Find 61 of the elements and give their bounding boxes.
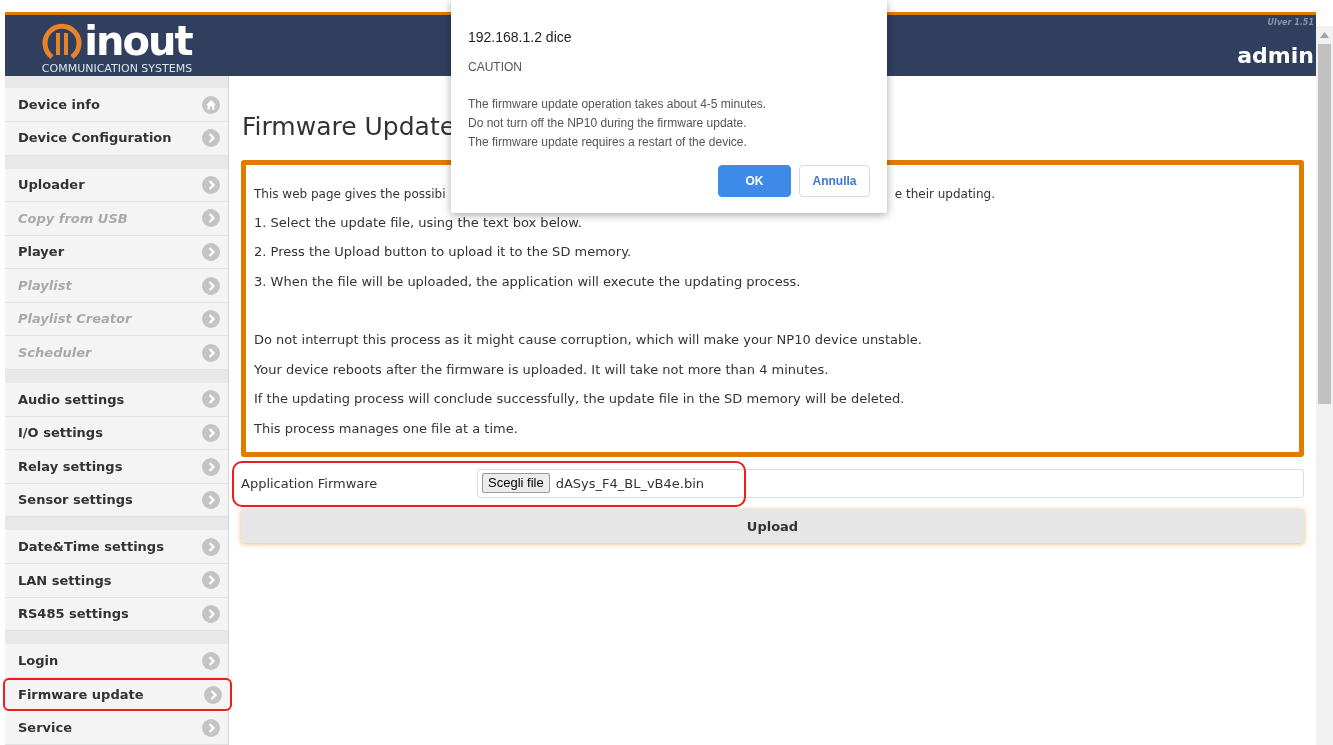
chevron-right-icon [202,457,220,476]
home-icon [202,95,220,114]
note-text: If the updating process will conclude successfully, the update file in the SD memory will be deleted. [254,390,906,409]
scroll-up-icon[interactable] [1320,32,1329,38]
note-text: Do not interrupt this process as it might cause corruption, which will make your NP10 device unstable. [254,331,923,350]
sidebar-item[interactable]: Uploader [5,168,228,203]
choose-file-button[interactable]: Scegli file [482,473,550,494]
intro-text: This web page gives the possibi [254,185,446,203]
sidebar-item[interactable]: I/O settings [5,416,228,451]
sidebar-item[interactable]: RS485 settings [5,597,228,632]
sidebar-item[interactable]: Relay settings [5,450,228,484]
sidebar-item[interactable]: Login [5,644,228,678]
user-name: admin [1237,43,1314,69]
chevron-right-icon [202,276,220,295]
note-text: This process manages one file at a time. [254,419,519,438]
upload-button[interactable]: Upload [241,509,1304,544]
chevron-right-icon [202,209,220,228]
chevron-right-icon [202,243,220,261]
step-text: 1. Select the update file, using the text box below. [254,213,583,232]
chevron-right-icon [202,423,220,442]
logo-tagline: COMMUNICATION SYSTEMS [41,62,193,76]
sidebar-item[interactable]: LAN settings [5,564,228,598]
scrollbar[interactable] [1316,26,1333,745]
field-label: Application Firmware [241,474,379,493]
chevron-right-icon [202,651,220,670]
step-text: 2. Press the Upload button to upload it to the SD memory. [254,243,633,262]
chevron-right-icon [202,537,220,556]
step-text: 3. When the file will be uploaded, the application will execute the updating process. [254,272,802,291]
chevron-right-icon [202,343,220,362]
dialog-message: The firmware update requires a restart of the device. [468,134,748,150]
sidebar-item[interactable]: Device info [5,88,228,122]
chevron-right-icon [202,491,220,510]
chevron-right-icon [202,129,220,148]
chevron-right-icon [202,175,220,194]
sidebar-item[interactable]: Sensor settings [5,483,228,518]
dialog-message: The firmware update operation takes about 4-5 minutes. [468,96,768,112]
chevron-right-icon [202,390,220,409]
dialog-button[interactable]: Annulla [799,165,870,197]
sidebar-item[interactable]: Player [5,235,228,270]
dialog-heading: CAUTION [468,59,523,76]
chevron-right-icon [202,571,220,590]
logo-mark-icon [42,21,83,61]
file-input[interactable]: Scegli file dASys_F4_BL_vB4e.bin [477,468,1304,498]
sidebar-item[interactable]: Service [5,711,228,745]
dialog-button[interactable]: OK [718,165,791,197]
chevron-right-icon [202,310,220,329]
dialog-origin: 192.168.1.2 dice [468,28,573,47]
version-label: UIver 1.51 [1267,17,1314,29]
intro-text: e their updating. [894,185,995,203]
page-title: Firmware Update [242,111,456,144]
sidebar-item[interactable]: Date&Time settings [5,530,228,565]
dialog-message: Do not turn off the NP10 during the firmware update. [468,115,748,131]
note-text: Your device reboots after the firmware is uploaded. It will take not more than 4 minutes. [254,360,830,379]
chevron-right-icon [202,604,220,623]
sidebar-item[interactable]: Device Configuration [5,121,228,156]
sidebar-item[interactable]: Firmware update [3,677,232,712]
sidebar-item[interactable]: Audio settings [5,383,228,417]
logo-wordmark: inout [84,21,192,61]
scrollbar-thumb[interactable] [1318,44,1331,404]
chevron-right-icon [204,685,222,704]
chevron-right-icon [202,718,220,737]
